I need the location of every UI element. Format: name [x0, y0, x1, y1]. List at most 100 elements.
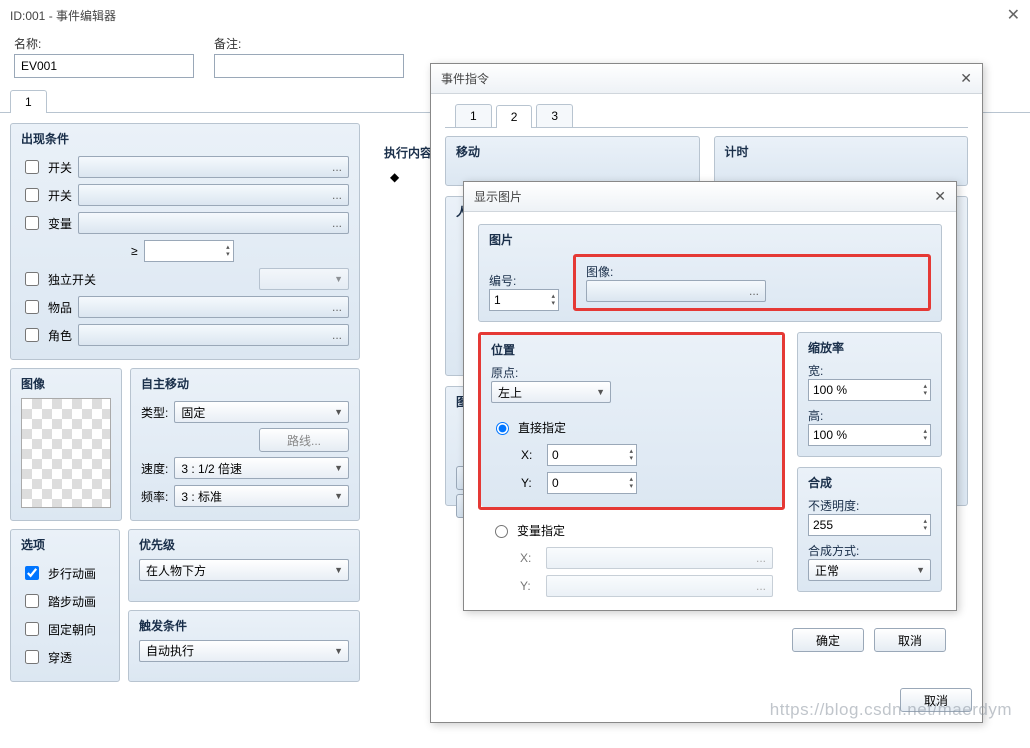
freq-label: 频率: — [141, 488, 168, 505]
direct-radio[interactable] — [496, 422, 509, 435]
exec-content-label: 执行内容 — [384, 144, 432, 161]
direct-label: 直接指定 — [518, 419, 566, 436]
page-tab-1[interactable]: 1 — [10, 90, 47, 113]
variable-assign-label: 变量指定 — [517, 522, 565, 539]
close-icon[interactable]: ✕ — [1007, 5, 1020, 25]
trigger-title: 触发条件 — [139, 617, 349, 634]
actor-checkbox[interactable] — [25, 328, 39, 342]
actor-label: 角色 — [48, 327, 72, 344]
close-icon[interactable]: ✕ — [960, 70, 972, 87]
speed-label: 速度: — [141, 460, 168, 477]
ellipsis-icon: ... — [332, 300, 342, 314]
options-group: 选项 步行动画 踏步动画 固定朝向 穿透 — [10, 529, 120, 682]
remark-input[interactable] — [214, 54, 404, 78]
show-pic-title: 显示图片 — [474, 188, 522, 205]
item-checkbox[interactable] — [25, 300, 39, 314]
event-cmd-tab-2[interactable]: 2 — [496, 105, 533, 128]
variable-value-spinner[interactable] — [144, 240, 234, 262]
vx-label: X: — [520, 551, 540, 565]
show-pic-cancel-button[interactable]: 取消 — [874, 628, 946, 652]
variable-checkbox[interactable] — [25, 216, 39, 230]
type-select[interactable]: 固定 — [174, 401, 349, 423]
close-icon[interactable]: ✕ — [934, 188, 946, 205]
ellipsis-icon: ... — [332, 188, 342, 202]
blendmode-label: 合成方式: — [808, 542, 931, 559]
route-button[interactable]: 路线... — [259, 428, 349, 452]
number-label: 编号: — [489, 272, 559, 289]
image-preview[interactable] — [21, 398, 111, 508]
item-select[interactable]: ... — [78, 296, 349, 318]
x-label: X: — [521, 448, 541, 462]
name-input[interactable] — [14, 54, 194, 78]
switch2-checkbox[interactable] — [25, 188, 39, 202]
y-spinner[interactable]: 0 — [547, 472, 637, 494]
ellipsis-icon: ... — [749, 284, 759, 298]
picture-group: 图片 编号: 1 图像: ... — [478, 224, 942, 322]
vy-label: Y: — [520, 579, 540, 593]
switch1-label: 开关 — [48, 159, 72, 176]
switch2-select[interactable]: ... — [78, 184, 349, 206]
image-group: 图像 — [10, 368, 122, 521]
blend-group: 合成 不透明度: 255 合成方式: 正常 — [797, 467, 942, 592]
switch1-select[interactable]: ... — [78, 156, 349, 178]
event-cmd-tabstrip: 1 2 3 — [445, 104, 968, 128]
event-cmd-tab-1[interactable]: 1 — [455, 104, 492, 127]
switch2-label: 开关 — [48, 187, 72, 204]
priority-select[interactable]: 在人物下方 — [139, 559, 349, 581]
gte-label: ≥ — [131, 244, 138, 258]
origin-label: 原点: — [491, 364, 772, 381]
height-label: 高: — [808, 407, 931, 424]
speed-select[interactable]: 3 : 1/2 倍速 — [174, 457, 349, 479]
timer-group: 计时 — [714, 136, 969, 186]
item-label: 物品 — [48, 299, 72, 316]
show-pic-ok-button[interactable]: 确定 — [792, 628, 864, 652]
exec-marker: ◆ — [390, 170, 399, 184]
name-label: 名称: — [14, 35, 194, 52]
type-label: 类型: — [141, 404, 168, 421]
ellipsis-icon: ... — [332, 160, 342, 174]
image-title: 图像 — [21, 375, 111, 392]
selfswitch-select[interactable] — [259, 268, 349, 290]
ellipsis-icon: ... — [332, 216, 342, 230]
through-checkbox[interactable] — [25, 650, 39, 664]
origin-select[interactable]: 左上 — [491, 381, 611, 403]
variable-label: 变量 — [48, 215, 72, 232]
trigger-group: 触发条件 自动执行 — [128, 610, 360, 683]
freq-select[interactable]: 3 : 标准 — [174, 485, 349, 507]
conditions-group: 出现条件 开关 ... 开关 ... 变量 ... ≥ — [10, 123, 360, 360]
x-spinner[interactable]: 0 — [547, 444, 637, 466]
image-label: 图像: — [586, 263, 918, 280]
width-label: 宽: — [808, 362, 931, 379]
walk-anim-checkbox[interactable] — [25, 566, 39, 580]
y-label: Y: — [521, 476, 541, 490]
vy-select: ... — [546, 575, 773, 597]
show-picture-dialog: 显示图片 ✕ 图片 编号: 1 图像: ... — [463, 181, 957, 611]
scale-group: 缩放率 宽: 100 % 高: 100 % — [797, 332, 942, 457]
height-spinner[interactable]: 100 % — [808, 424, 931, 446]
vx-select: ... — [546, 547, 773, 569]
automove-title: 自主移动 — [141, 375, 349, 392]
window-title: ID:001 - 事件编辑器 — [10, 7, 116, 24]
image-select[interactable]: ... — [586, 280, 766, 302]
selfswitch-checkbox[interactable] — [25, 272, 39, 286]
event-cmd-cancel-button[interactable]: 取消 — [900, 688, 972, 712]
event-cmd-tab-3[interactable]: 3 — [536, 104, 573, 127]
move-group: 移动 — [445, 136, 700, 186]
position-group: 位置 原点: 左上 直接指定 X: 0 Y: 0 — [481, 335, 782, 507]
actor-select[interactable]: ... — [78, 324, 349, 346]
fix-dir-checkbox[interactable] — [25, 622, 39, 636]
variable-select[interactable]: ... — [78, 212, 349, 234]
options-title: 选项 — [21, 536, 109, 553]
width-spinner[interactable]: 100 % — [808, 379, 931, 401]
step-anim-checkbox[interactable] — [25, 594, 39, 608]
switch1-checkbox[interactable] — [25, 160, 39, 174]
variable-radio[interactable] — [495, 525, 508, 538]
priority-title: 优先级 — [139, 536, 349, 553]
number-spinner[interactable]: 1 — [489, 289, 559, 311]
opacity-spinner[interactable]: 255 — [808, 514, 931, 536]
blendmode-select[interactable]: 正常 — [808, 559, 931, 581]
trigger-select[interactable]: 自动执行 — [139, 640, 349, 662]
event-cmd-title: 事件指令 — [441, 70, 489, 87]
priority-group: 优先级 在人物下方 — [128, 529, 360, 602]
conditions-title: 出现条件 — [21, 130, 349, 147]
